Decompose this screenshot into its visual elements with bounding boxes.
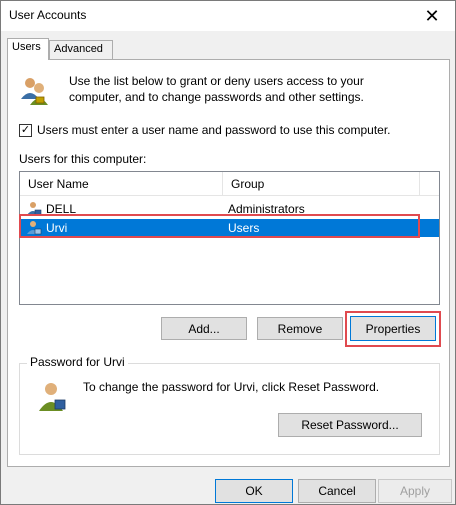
user-group-cell: Administrators [228,202,305,216]
user-group-cell: Users [228,221,260,235]
title-bar: User Accounts ✕ [1,1,455,31]
remove-button[interactable]: Remove [257,317,343,340]
tab-users[interactable]: Users [7,38,49,60]
user-accounts-window: User Accounts ✕ Users Advanced Use the l… [0,0,456,505]
column-header-username[interactable]: User Name [20,172,223,196]
users-list-label: Users for this computer: [19,152,147,166]
user-password-icon [39,383,66,411]
users-listview[interactable]: User Name Group DELL Administrators Urvi… [19,171,440,305]
reset-password-button[interactable]: Reset Password... [278,413,422,437]
require-login-row[interactable]: ✓ Users must enter a user name and passw… [19,123,391,137]
ok-button[interactable]: OK [215,479,293,503]
password-groupbox [19,363,440,455]
require-login-label: Users must enter a user name and passwor… [37,123,391,137]
properties-button[interactable]: Properties [350,316,436,341]
user-name-cell: Urvi [46,221,68,235]
close-icon: ✕ [424,5,440,26]
add-button[interactable]: Add... [161,317,247,340]
password-group-legend: Password for Urvi [27,355,128,369]
user-icon [27,202,42,216]
list-row-urvi[interactable]: Urvi Users [20,219,439,237]
cancel-button[interactable]: Cancel [298,479,376,503]
users-icon [21,78,48,105]
intro-text: Use the list below to grant or deny user… [69,74,364,104]
tab-advanced[interactable]: Advanced [49,40,113,59]
close-button[interactable]: ✕ [409,1,455,31]
apply-button[interactable]: Apply [378,479,452,503]
password-instructions: To change the password for Urvi, click R… [83,380,380,394]
list-header: User Name Group [20,172,439,196]
require-login-checkbox[interactable]: ✓ [19,123,32,137]
user-name-cell: DELL [46,202,77,216]
window-title: User Accounts [9,8,87,22]
column-header-group[interactable]: Group [223,172,420,196]
list-row-dell[interactable]: DELL Administrators [20,200,439,218]
user-icon [27,221,42,235]
